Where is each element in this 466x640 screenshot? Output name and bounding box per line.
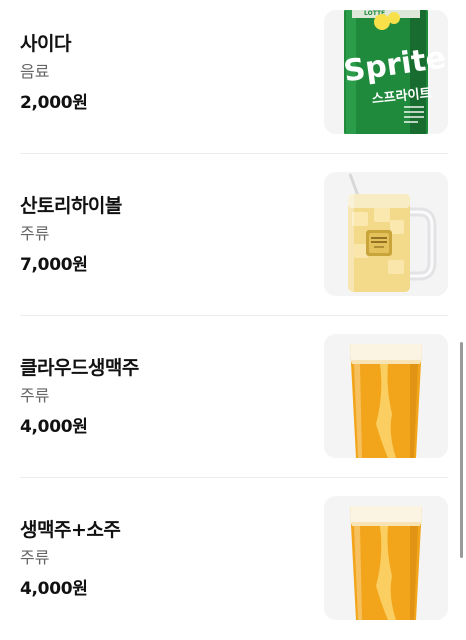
item-name: 클라우드생맥주 <box>20 357 139 379</box>
item-name: 산토리하이볼 <box>20 195 122 217</box>
menu-item-kloud-draft-beer[interactable]: 클라우드생맥주 주류 4,000원 <box>0 324 466 486</box>
item-category: 주류 <box>20 386 50 405</box>
item-name: 사이다 <box>20 33 71 55</box>
beer-glass-graphic <box>324 496 448 620</box>
item-price: 4,000원 <box>20 579 88 599</box>
sprite-can-image: LOTTE Sprite 스프라이트 <box>324 10 448 134</box>
divider <box>20 315 448 316</box>
divider <box>20 153 448 154</box>
item-name: 생맥주+소주 <box>20 519 121 541</box>
menu-item-info: 산토리하이볼 주류 7,000원 <box>20 194 300 276</box>
item-price: 7,000원 <box>20 255 88 275</box>
highball-mug-graphic <box>324 172 448 296</box>
draft-beer-glass-image <box>324 334 448 458</box>
item-category: 주류 <box>20 548 50 567</box>
beer-glass-graphic <box>324 334 448 458</box>
scrollbar[interactable] <box>460 342 463 558</box>
item-category: 음료 <box>20 62 50 81</box>
menu-list: 사이다 음료 2,000원 LOTTE Sprite 스프라이트 산토리하이볼 … <box>0 0 466 640</box>
item-category: 주류 <box>20 224 50 243</box>
menu-item-info: 생맥주+소주 주류 4,000원 <box>20 518 300 600</box>
menu-item-cider[interactable]: 사이다 음료 2,000원 LOTTE Sprite 스프라이트 <box>0 0 466 162</box>
item-price: 2,000원 <box>20 93 88 113</box>
divider <box>20 477 448 478</box>
menu-item-suntory-highball[interactable]: 산토리하이볼 주류 7,000원 <box>0 162 466 324</box>
draft-beer-glass-image <box>324 496 448 620</box>
menu-item-info: 사이다 음료 2,000원 <box>20 32 300 114</box>
highball-mug-image <box>324 172 448 296</box>
item-price: 4,000원 <box>20 417 88 437</box>
menu-item-info: 클라우드생맥주 주류 4,000원 <box>20 356 300 438</box>
menu-item-beer-soju[interactable]: 생맥주+소주 주류 4,000원 <box>0 486 466 640</box>
sprite-can-graphic: LOTTE Sprite 스프라이트 <box>324 10 448 134</box>
